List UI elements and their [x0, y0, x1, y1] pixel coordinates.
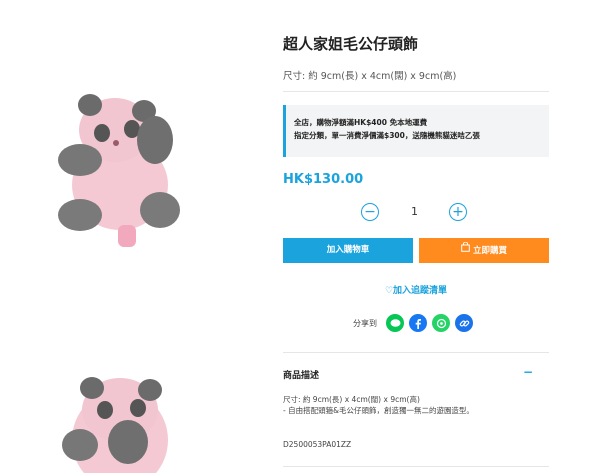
divider	[283, 466, 549, 467]
share-label: 分享到	[353, 319, 377, 328]
quantity-value[interactable]: 1	[411, 205, 418, 218]
line-icon[interactable]	[386, 314, 404, 332]
promo-line-2: 指定分類，單一消費淨價滿$300，送隨機熊貓迷咭乙張	[294, 131, 480, 140]
facebook-icon[interactable]	[409, 314, 427, 332]
description-collapse-button[interactable]: −	[523, 365, 533, 379]
buy-now-button[interactable]: 立即購買	[419, 238, 549, 263]
divider	[283, 91, 549, 92]
product-price: HK$130.00	[283, 172, 364, 187]
wishlist-label: 加入追蹤清單	[393, 286, 448, 296]
product-image-main[interactable]	[40, 85, 200, 255]
link-icon[interactable]	[455, 314, 473, 332]
quantity-decrease-button[interactable]: −	[361, 203, 379, 221]
description-body: 尺寸: 約 9cm(長) x 4cm(闊) x 9cm(高) - 自由搭配頭箍&…	[283, 394, 474, 416]
description-title: 商品描述	[283, 371, 320, 381]
add-to-cart-button[interactable]: 加入購物車	[283, 238, 413, 263]
promo-line-1: 全店，購物淨額滿HK$400 免本地運費	[294, 118, 428, 127]
product-sku: D2500053PA01ZZ	[283, 440, 352, 449]
product-title: 超人家姐毛公仔頭飾	[283, 35, 419, 53]
divider	[283, 352, 549, 353]
heart-icon: ♡	[384, 286, 394, 296]
add-to-cart-label: 加入購物車	[326, 245, 370, 255]
product-gallery	[0, 0, 250, 473]
add-to-wishlist-link[interactable]: ♡加入追蹤清單	[283, 283, 549, 296]
product-size: 尺寸: 約 9cm(長) x 4cm(闊) x 9cm(高)	[283, 71, 457, 82]
shopping-bag-icon	[461, 238, 470, 263]
quantity-increase-button[interactable]: +	[449, 203, 467, 221]
promo-box: 全店，購物淨額滿HK$400 免本地運費 指定分類，單一消費淨價滿$300，送隨…	[283, 105, 549, 157]
buy-now-label: 立即購買	[472, 246, 507, 256]
whatsapp-icon[interactable]	[432, 314, 450, 332]
quantity-stepper: − 1 +	[361, 203, 471, 225]
description-line-1: 尺寸: 約 9cm(長) x 4cm(闊) x 9cm(高)	[283, 395, 420, 404]
product-image-secondary[interactable]	[50, 370, 190, 473]
description-line-2: - 自由搭配頭箍&毛公仔頭飾，創造獨一無二的遊園造型。	[283, 406, 474, 415]
